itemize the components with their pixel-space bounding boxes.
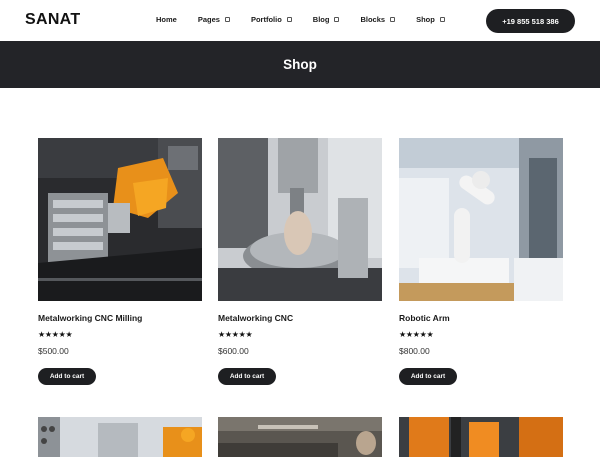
dropdown-icon (286, 17, 292, 22)
nav-item-blocks[interactable]: Blocks (360, 15, 396, 24)
product-image-robotic-arm[interactable] (399, 138, 563, 301)
product-image-partial[interactable] (399, 417, 563, 457)
nav-label: Blocks (360, 15, 386, 24)
site-header: SANAT Home Pages Portfolio Blog Blocks S… (0, 0, 600, 41)
nav-label: Shop (416, 15, 435, 24)
nav-label: Portfolio (250, 15, 282, 24)
product-image-cnc[interactable] (218, 138, 382, 301)
add-to-cart-button[interactable]: Add to cart (38, 368, 96, 385)
nav-item-blog[interactable]: Blog (313, 15, 340, 24)
add-to-cart-button[interactable]: Add to cart (399, 368, 457, 385)
product-image-partial[interactable] (38, 417, 202, 457)
site-logo[interactable]: SANAT (25, 11, 80, 29)
nav-item-pages[interactable]: Pages (198, 15, 230, 24)
product-title[interactable]: Metalworking CNC Milling (38, 313, 142, 323)
nav-label: Blog (312, 15, 330, 24)
page-banner: Shop (0, 41, 600, 88)
product-price: $500.00 (38, 346, 69, 356)
product-image-cnc-milling[interactable] (38, 138, 202, 301)
product-title[interactable]: Metalworking CNC (218, 313, 293, 323)
nav-item-shop[interactable]: Shop (416, 15, 445, 24)
product-price: $800.00 (399, 346, 430, 356)
dropdown-icon (334, 17, 340, 22)
dropdown-icon (390, 17, 396, 22)
main-nav: Home Pages Portfolio Blog Blocks Shop (156, 15, 466, 24)
product-price: $600.00 (218, 346, 249, 356)
nav-label: Pages (197, 15, 220, 24)
nav-item-portfolio[interactable]: Portfolio (251, 15, 292, 24)
add-to-cart-button[interactable]: Add to cart (218, 368, 276, 385)
phone-button[interactable]: +19 855 518 386 (486, 9, 575, 33)
rating-stars: ★★★★★ (399, 330, 434, 339)
dropdown-icon (439, 17, 445, 22)
rating-stars: ★★★★★ (38, 330, 73, 339)
product-title[interactable]: Robotic Arm (399, 313, 450, 323)
nav-label: Home (156, 15, 177, 24)
product-image-partial[interactable] (218, 417, 382, 457)
nav-item-home[interactable]: Home (156, 15, 177, 24)
page-title: Shop (283, 57, 317, 72)
rating-stars: ★★★★★ (218, 330, 253, 339)
dropdown-icon (224, 17, 230, 22)
